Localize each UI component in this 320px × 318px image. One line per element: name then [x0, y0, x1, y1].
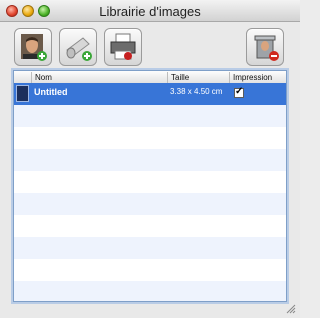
empty-row	[14, 105, 286, 127]
row-size: 3.38 x 4.50 cm	[170, 87, 223, 96]
empty-row	[14, 193, 286, 215]
add-photo-button[interactable]	[14, 28, 52, 66]
delete-button[interactable]	[246, 28, 284, 66]
empty-row	[14, 149, 286, 171]
print-button[interactable]	[104, 28, 142, 66]
resize-handle-icon[interactable]	[285, 303, 296, 314]
image-table[interactable]: Nom Taille Impression Untitled 3.38 x 4.…	[13, 70, 287, 302]
table-body: Untitled 3.38 x 4.50 cm ✓	[14, 83, 286, 301]
empty-row	[14, 259, 286, 281]
table-row[interactable]: Untitled 3.38 x 4.50 cm ✓	[14, 83, 286, 105]
print-checkbox[interactable]: ✓	[234, 86, 244, 98]
column-header-print[interactable]: Impression	[229, 72, 286, 83]
empty-row	[14, 171, 286, 193]
checkmark-icon: ✓	[235, 86, 244, 97]
add-from-scanner-icon	[66, 37, 92, 61]
empty-row	[14, 215, 286, 237]
toolbar	[0, 22, 300, 70]
image-thumbnail	[16, 85, 29, 102]
empty-row	[14, 127, 286, 149]
title-bar[interactable]: Librairie d'images	[0, 0, 300, 22]
trash-icon	[254, 35, 279, 61]
column-header-size[interactable]: Taille	[167, 72, 229, 83]
empty-row	[14, 281, 286, 301]
add-person-photo-icon	[21, 34, 47, 61]
row-name: Untitled	[34, 87, 68, 97]
image-library-window: Librairie d'images Nom Taille Impression…	[0, 0, 300, 318]
column-header-thumbnail[interactable]	[14, 72, 31, 83]
empty-row	[14, 237, 286, 259]
import-button[interactable]	[59, 28, 97, 66]
window-title: Librairie d'images	[99, 4, 201, 19]
print-icon	[110, 33, 136, 60]
column-header-name[interactable]: Nom	[31, 72, 167, 83]
